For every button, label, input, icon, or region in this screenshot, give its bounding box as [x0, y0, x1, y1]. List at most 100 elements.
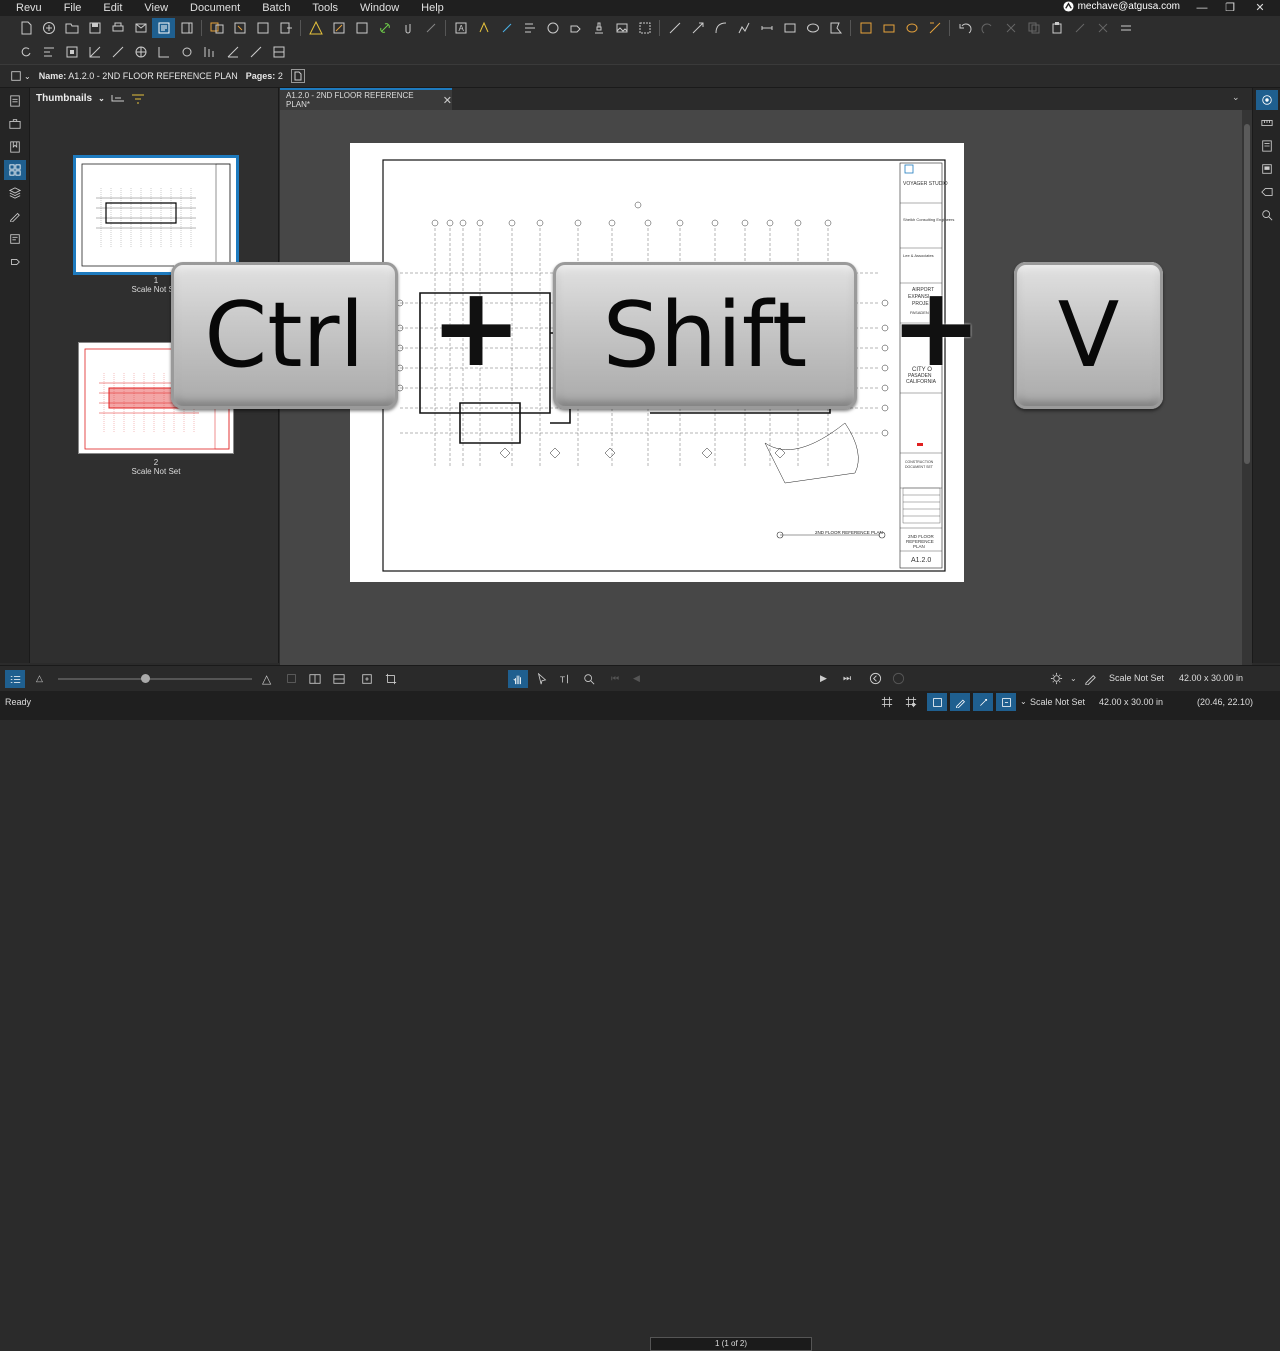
link-icon[interactable] [373, 18, 396, 38]
reuse-icon[interactable] [973, 693, 993, 711]
ortho-icon[interactable] [83, 42, 106, 62]
vertical-scrollbar[interactable] [1242, 110, 1252, 665]
first-page-icon[interactable]: ⏮ [611, 673, 619, 684]
arrow-icon[interactable] [686, 18, 709, 38]
tool-chest-icon[interactable] [4, 114, 26, 134]
previous-page-icon[interactable]: ◀ [633, 673, 640, 684]
rotate-icon[interactable] [14, 42, 37, 62]
document-tab[interactable]: A1.2.0 - 2ND FLOOR REFERENCE PLAN* ✕ [280, 88, 452, 110]
redo-icon[interactable] [976, 18, 999, 38]
scrollbar-thumb[interactable] [1244, 124, 1250, 464]
layout-icon[interactable] [267, 42, 290, 62]
rectangle-icon[interactable] [778, 18, 801, 38]
back-view-icon[interactable] [869, 672, 882, 688]
paste-icon[interactable] [1045, 18, 1068, 38]
snap-to-grid-icon[interactable] [905, 696, 917, 710]
dimension-icon[interactable] [755, 18, 778, 38]
select-arrow-icon[interactable] [536, 672, 548, 688]
side-by-side-icon[interactable] [309, 673, 321, 688]
corner-icon[interactable] [221, 42, 244, 62]
thumbnails-title[interactable]: Thumbnails [36, 93, 92, 104]
minimize-button[interactable]: — [1188, 0, 1216, 16]
crop-icon[interactable] [385, 673, 397, 688]
forward-view-icon[interactable] [892, 672, 905, 688]
angle-icon[interactable] [152, 42, 175, 62]
image-icon[interactable] [610, 18, 633, 38]
restore-button[interactable]: ❐ [1216, 0, 1244, 16]
small-thumb-size-icon[interactable]: △ [36, 673, 43, 684]
menu-window[interactable]: Window [349, 2, 410, 14]
cloud-icon[interactable] [900, 18, 923, 38]
status-scale[interactable]: Scale Not Set [1030, 697, 1085, 707]
align-icon[interactable] [37, 42, 60, 62]
thumbnails-icon[interactable] [4, 160, 26, 180]
count-icon[interactable] [923, 18, 946, 38]
stamp-tool-icon[interactable] [419, 18, 442, 38]
create-icon[interactable] [37, 18, 60, 38]
text-box-icon[interactable]: A [449, 18, 472, 38]
menu-file[interactable]: File [53, 2, 93, 14]
tab-list-chevron-icon[interactable]: ⌄ [1232, 92, 1240, 103]
polygon-icon[interactable] [541, 18, 564, 38]
distribute-icon[interactable] [60, 42, 83, 62]
forms-icon[interactable] [4, 229, 26, 249]
grid-snap-icon[interactable] [198, 42, 221, 62]
stamp-icon[interactable] [587, 18, 610, 38]
close-window-button[interactable]: ✕ [1246, 0, 1274, 16]
document-menu-icon[interactable]: ⌄ [10, 70, 31, 82]
circle-snap-icon[interactable] [175, 42, 198, 62]
pen-icon[interactable] [495, 18, 518, 38]
studio-icon[interactable] [1256, 159, 1278, 179]
slider-handle[interactable] [141, 674, 150, 683]
callout-icon[interactable] [518, 18, 541, 38]
zoom-icon[interactable] [583, 673, 595, 688]
thumbnail-page-1[interactable] [73, 155, 239, 275]
scale-display[interactable]: Scale Not Set [1109, 673, 1164, 683]
trim-icon[interactable] [244, 42, 267, 62]
sync-icon[interactable] [361, 673, 373, 688]
attach-icon[interactable] [396, 18, 419, 38]
flatten-icon[interactable] [327, 18, 350, 38]
snap-to-markup-icon[interactable] [950, 693, 970, 711]
alert-icon[interactable] [304, 18, 327, 38]
ellipse-icon[interactable] [801, 18, 824, 38]
select-text-icon[interactable]: T [559, 673, 571, 688]
scale-dropdown-chevron-icon[interactable]: ⌄ [1020, 697, 1027, 706]
thumbnail-size-slider[interactable] [58, 678, 252, 680]
signatures-icon[interactable] [4, 206, 26, 226]
menu-document[interactable]: Document [179, 2, 251, 14]
redact-icon[interactable] [350, 18, 373, 38]
page-replace-icon[interactable] [251, 18, 274, 38]
links-panel-icon[interactable] [4, 252, 26, 272]
list-view-icon[interactable] [5, 670, 25, 688]
highlight-icon[interactable] [472, 18, 495, 38]
sync-status-icon[interactable] [996, 693, 1016, 711]
split-view-icon[interactable] [175, 18, 198, 38]
menu-help[interactable]: Help [410, 2, 455, 14]
pan-hand-icon[interactable] [508, 670, 528, 688]
tag-icon[interactable] [1256, 182, 1278, 202]
sketch-icon[interactable] [564, 18, 587, 38]
menu-batch[interactable]: Batch [251, 2, 301, 14]
bookmarks-icon[interactable] [4, 137, 26, 157]
brightness-chevron-icon[interactable]: ⌄ [1070, 674, 1077, 683]
thumbnail-size-icon[interactable] [111, 94, 125, 104]
save-icon[interactable] [83, 18, 106, 38]
snap-to-content-icon[interactable] [927, 693, 947, 711]
next-page-icon[interactable]: ▶ [820, 673, 827, 684]
polyline-icon[interactable] [732, 18, 755, 38]
target-icon[interactable] [129, 42, 152, 62]
overlay-icon[interactable] [228, 18, 251, 38]
menu-edit[interactable]: Edit [92, 2, 133, 14]
line-icon[interactable] [663, 18, 686, 38]
chevron-down-icon[interactable]: ⌄ [98, 94, 105, 103]
compare-icon[interactable] [205, 18, 228, 38]
properties-icon[interactable] [1256, 90, 1278, 110]
email-icon[interactable] [129, 18, 152, 38]
menu-tools[interactable]: Tools [301, 2, 349, 14]
area-icon[interactable] [877, 18, 900, 38]
continuous-icon[interactable] [333, 673, 345, 688]
layers-icon[interactable] [4, 183, 26, 203]
page-icon[interactable] [290, 69, 305, 83]
copy-icon[interactable] [1022, 18, 1045, 38]
